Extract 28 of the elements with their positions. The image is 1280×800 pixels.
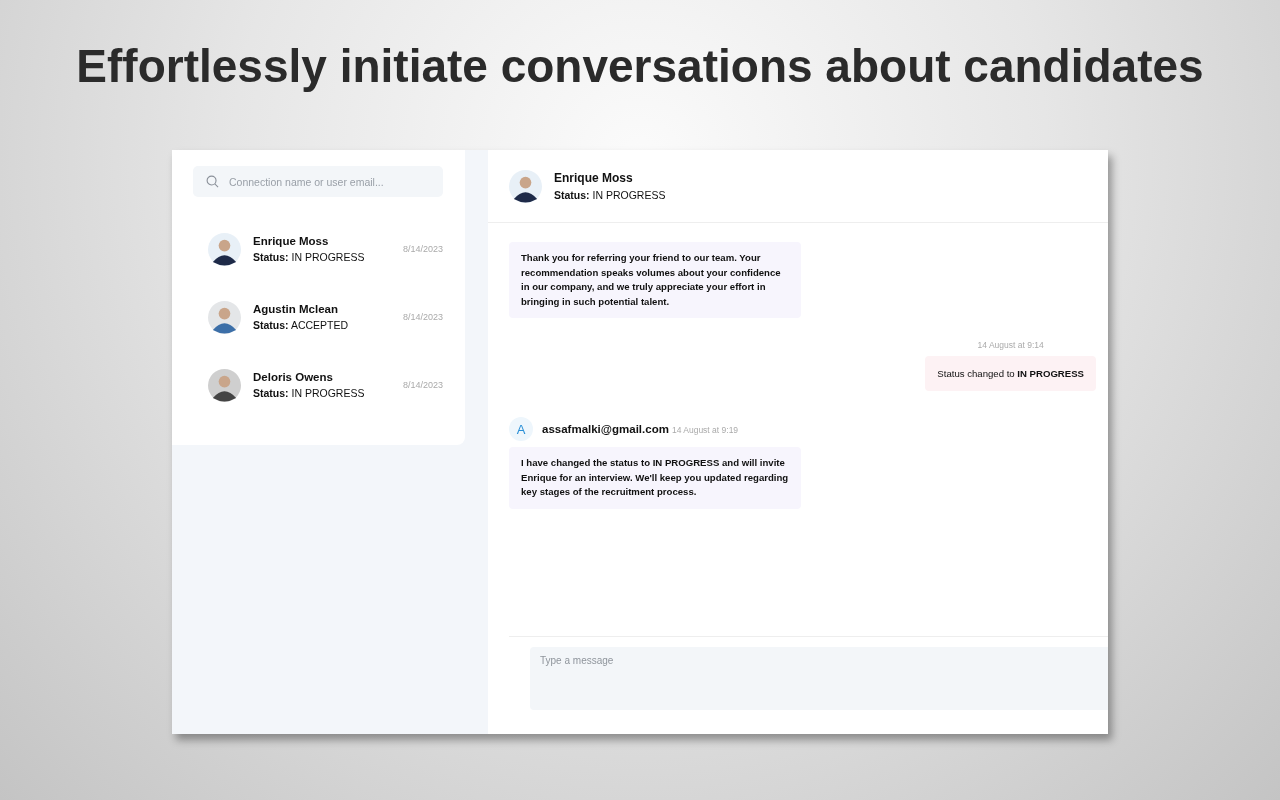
- contact-date: 8/14/2023: [402, 380, 443, 390]
- message-bubble: I have changed the status to IN PROGRESS and will invite Enrique for an interview. We'll keep you updated regarding key stages of the recruitment process.: [509, 447, 801, 509]
- contact-date: 8/14/2023: [402, 244, 443, 254]
- contact-name: Enrique Moss: [253, 235, 330, 247]
- contact-item[interactable]: Deloris Owens Status: IN PROGRESS 8/14/2023: [193, 351, 443, 419]
- avatar: [509, 169, 542, 203]
- contact-name: Agustin Mclean: [253, 303, 339, 315]
- contact-status: Status: IN PROGRESS: [253, 251, 366, 263]
- chat-contact-status: Status: IN PROGRESS: [554, 189, 667, 201]
- avatar: [208, 300, 241, 334]
- contact-name: Deloris Owens: [253, 371, 334, 383]
- contact-status: Status: IN PROGRESS: [253, 387, 366, 399]
- contact-date: 8/14/2023: [402, 312, 443, 322]
- contact-item[interactable]: Enrique Moss Status: IN PROGRESS 8/14/2023: [193, 215, 443, 283]
- chat-contact-name: Enrique Moss: [554, 171, 634, 185]
- avatar: [208, 232, 241, 266]
- status-message: Status changed to IN PROGRESS: [925, 356, 1096, 391]
- user-initial: A: [509, 417, 533, 441]
- search-field[interactable]: Connection name or user email...: [193, 166, 443, 197]
- message-author: assafmalki@gmail.com: [542, 423, 669, 435]
- contact-item[interactable]: Agustin Mclean Status: ACCEPTED 8/14/2023: [193, 283, 443, 351]
- message-bubble: Thank you for referring your friend to our team. Your recommendation speaks volumes about your confidence in our company, and we truly appreciate your effort in bringing in such potential talent.: [509, 242, 801, 318]
- avatar: [208, 368, 241, 402]
- headline: Effortlessly initiate conversations about candidates: [76, 39, 1204, 94]
- message-time: 14 August at 9:14: [977, 340, 1044, 350]
- message-time: 14 August at 9:19: [671, 425, 739, 435]
- message-input[interactable]: Type a message: [530, 647, 1108, 710]
- contact-status: Status: ACCEPTED: [253, 319, 350, 331]
